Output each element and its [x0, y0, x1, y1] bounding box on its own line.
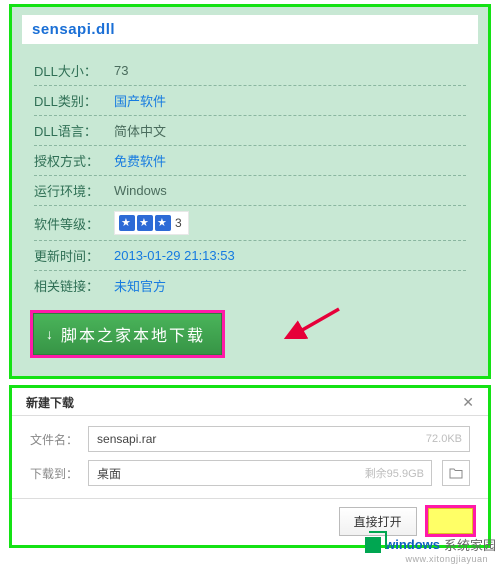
info-row: 运行环境： Windows	[34, 176, 466, 206]
filename-label: 文件名：	[30, 431, 78, 448]
info-label: 软件等级：	[34, 214, 108, 233]
download-confirm-highlight	[425, 505, 476, 537]
close-icon[interactable]: ✕	[458, 394, 478, 411]
download-highlight: ↓ 脚本之家本地下载	[30, 310, 225, 358]
rating-count: 3	[175, 216, 182, 230]
info-value: Windows	[114, 183, 167, 198]
info-value: 73	[114, 63, 128, 78]
info-label: 相关链接：	[34, 276, 108, 295]
info-row: DLL类别： 国产软件	[34, 86, 466, 116]
dest-remain: 剩余95.9GB	[365, 465, 424, 481]
dialog-header: 新建下载 ✕	[12, 388, 488, 416]
rating-stars[interactable]: 3	[114, 211, 189, 235]
star-icon	[119, 215, 135, 231]
file-size: 72.0KB	[426, 433, 462, 445]
info-value: 简体中文	[114, 121, 166, 140]
info-label: DLL语言：	[34, 121, 108, 140]
download-button-label: 脚本之家本地下载	[61, 322, 205, 346]
info-row: 软件等级： 3	[34, 206, 466, 241]
download-button[interactable]: ↓ 脚本之家本地下载	[33, 313, 222, 355]
star-icon	[137, 215, 153, 231]
download-confirm-button[interactable]	[428, 508, 473, 534]
download-dialog: 新建下载 ✕ 文件名： 72.0KB 下载到： 剩余95.9GB 直接打开	[9, 385, 491, 548]
browse-folder-button[interactable]	[442, 460, 470, 486]
dest-label: 下载到：	[30, 465, 78, 482]
filename-input[interactable]	[88, 426, 470, 452]
info-row: DLL语言： 简体中文	[34, 116, 466, 146]
dll-info-panel: sensapi.dll DLL大小： 73 DLL类别： 国产软件 DLL语言： 简体中文…	[9, 4, 491, 379]
info-label: DLL大小：	[34, 61, 108, 80]
page-title: sensapi.dll	[22, 15, 478, 44]
watermark-url: www.xitongjiayuan	[405, 554, 488, 564]
download-arrow-icon: ↓	[46, 326, 55, 342]
star-icon	[155, 215, 171, 231]
info-value[interactable]: 国产软件	[114, 91, 166, 110]
info-value[interactable]: 2013-01-29 21:13:53	[114, 248, 235, 263]
info-label: 更新时间：	[34, 246, 108, 265]
info-row: DLL大小： 73	[34, 56, 466, 86]
info-value[interactable]: 免费软件	[114, 151, 166, 170]
info-row: 更新时间： 2013-01-29 21:13:53	[34, 241, 466, 271]
info-label: 运行环境：	[34, 181, 108, 200]
dialog-title: 新建下载	[26, 394, 74, 411]
info-table: DLL大小：73DLL类别：国产软件DLL语言：简体中文授权方式：免费软件运行环…	[12, 54, 488, 300]
info-label: DLL类别：	[34, 91, 108, 110]
folder-icon	[449, 467, 463, 479]
open-directly-button[interactable]: 直接打开	[339, 507, 417, 536]
info-label: 授权方式：	[34, 151, 108, 170]
info-row: 相关链接： 未知官方	[34, 271, 466, 300]
info-value[interactable]: 未知官方	[114, 276, 166, 295]
info-row: 授权方式： 免费软件	[34, 146, 466, 176]
